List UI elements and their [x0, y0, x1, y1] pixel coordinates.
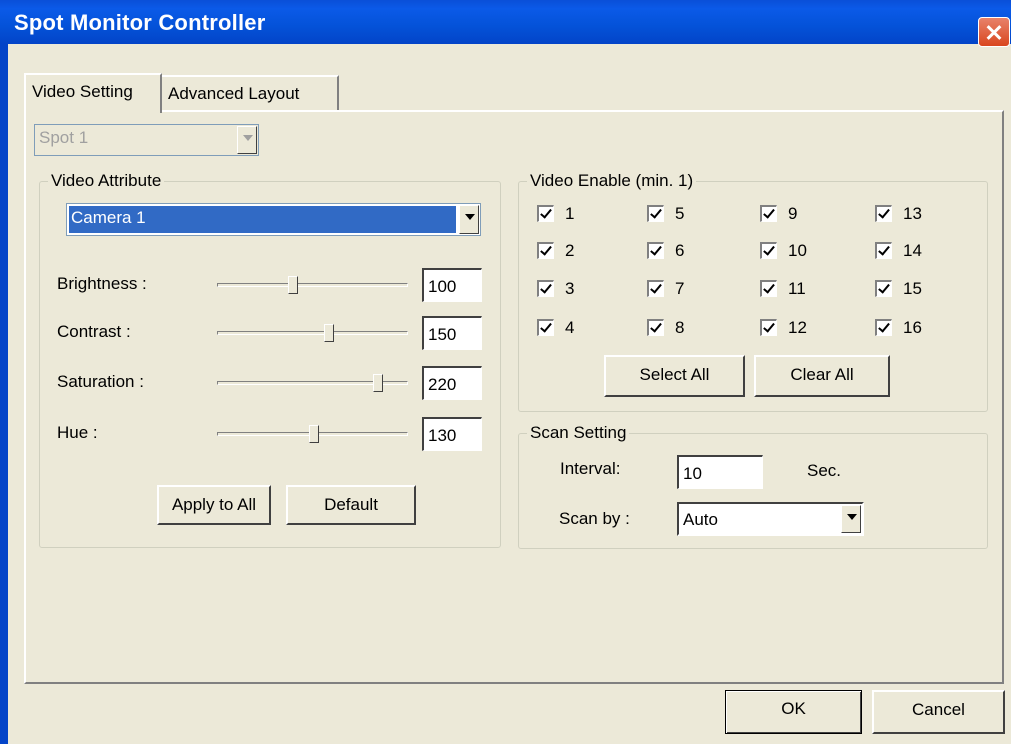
channel-label: 10	[788, 241, 807, 260]
channel-label: 5	[675, 204, 685, 223]
channel-label: 9	[788, 204, 798, 223]
checkmark-icon	[875, 280, 892, 297]
slider-value-input[interactable]: 100	[422, 268, 482, 302]
checkmark-icon	[760, 319, 777, 336]
chevron-down-icon	[237, 126, 257, 154]
camera-select[interactable]: Camera 1	[66, 203, 481, 236]
channel-label: 1	[565, 204, 575, 223]
channel-label: 4	[565, 318, 575, 337]
scan-by-select[interactable]: Auto	[677, 502, 864, 536]
slider-thumb[interactable]	[288, 276, 298, 294]
checkmark-icon	[875, 242, 892, 259]
interval-input[interactable]: 10	[677, 455, 763, 489]
select-all-button[interactable]: Select All	[604, 355, 745, 397]
ok-button[interactable]: OK	[725, 690, 862, 734]
default-button[interactable]: Default	[286, 485, 416, 525]
checkmark-icon	[537, 242, 554, 259]
scan-by-label: Scan by :	[559, 509, 630, 528]
spot-select-value: Spot 1	[39, 128, 89, 147]
camera-select-value: Camera 1	[69, 206, 456, 233]
channel-label: 11	[788, 279, 806, 298]
checkmark-icon	[760, 205, 777, 222]
channel-label: 7	[675, 279, 685, 298]
channel-label: 15	[903, 279, 922, 298]
channel-label: 13	[903, 204, 922, 223]
slider-label: Brightness :	[57, 274, 147, 293]
channel-label: 8	[675, 318, 685, 337]
scan-by-value: Auto	[683, 510, 718, 529]
slider-value-input[interactable]: 150	[422, 316, 482, 350]
slider-label: Hue :	[57, 423, 98, 442]
slider-track[interactable]	[217, 283, 408, 287]
checkmark-icon	[537, 205, 554, 222]
slider-thumb[interactable]	[324, 324, 334, 342]
channel-label: 14	[903, 241, 922, 260]
slider-value-input[interactable]: 130	[422, 417, 482, 451]
channel-label: 16	[903, 318, 922, 337]
slider-thumb[interactable]	[309, 425, 319, 443]
slider-track[interactable]	[217, 331, 408, 335]
checkmark-icon	[875, 319, 892, 336]
chevron-down-icon	[841, 505, 861, 533]
checkmark-icon	[875, 205, 892, 222]
title-bar: Spot Monitor Controller	[0, 0, 1011, 47]
checkmark-icon	[647, 242, 664, 259]
close-button[interactable]	[978, 17, 1010, 47]
window-frame	[0, 44, 8, 744]
checkmark-icon	[537, 319, 554, 336]
checkmark-icon	[760, 242, 777, 259]
video-enable-legend: Video Enable (min. 1)	[527, 171, 697, 191]
clear-all-button[interactable]: Clear All	[754, 355, 890, 397]
video-attribute-legend: Video Attribute	[48, 171, 165, 191]
window-title: Spot Monitor Controller	[14, 10, 266, 35]
spot-select[interactable]: Spot 1	[34, 124, 259, 156]
channel-label: 3	[565, 279, 575, 298]
tab-video-setting[interactable]: Video Setting	[24, 73, 162, 113]
checkmark-icon	[647, 280, 664, 297]
channel-label: 12	[788, 318, 807, 337]
slider-thumb[interactable]	[373, 374, 383, 392]
interval-unit: Sec.	[807, 461, 842, 480]
slider-label: Contrast :	[57, 322, 131, 341]
checkmark-icon	[760, 280, 777, 297]
apply-to-all-button[interactable]: Apply to All	[157, 485, 271, 525]
tab-label: Advanced Layout	[168, 84, 300, 103]
chevron-down-icon	[459, 205, 479, 234]
cancel-button[interactable]: Cancel	[872, 690, 1005, 734]
checkmark-icon	[647, 319, 664, 336]
interval-label: Interval:	[560, 459, 621, 478]
checkmark-icon	[647, 205, 664, 222]
tab-advanced-layout[interactable]: Advanced Layout	[162, 75, 339, 111]
channel-label: 6	[675, 241, 685, 260]
checkmark-icon	[537, 280, 554, 297]
slider-label: Saturation :	[57, 372, 144, 391]
slider-value-input[interactable]: 220	[422, 366, 482, 400]
channel-label: 2	[565, 241, 575, 260]
scan-setting-legend: Scan Setting	[527, 423, 630, 443]
tab-label: Video Setting	[32, 82, 133, 101]
